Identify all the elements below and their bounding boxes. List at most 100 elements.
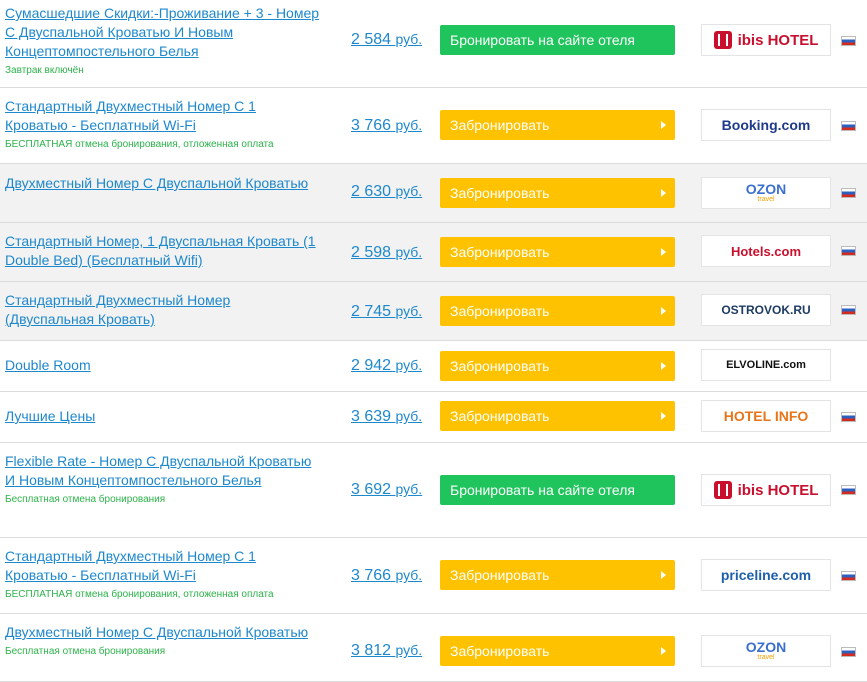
price-currency: руб. — [395, 357, 423, 373]
arrow-right-icon — [661, 248, 666, 256]
price-link[interactable]: 2 942 руб. — [351, 357, 422, 375]
provider-logo[interactable]: priceline.com — [701, 559, 831, 591]
book-button[interactable]: Забронировать — [440, 237, 675, 267]
provider-logo[interactable]: ibis HOTEL — [701, 474, 831, 506]
room-link[interactable]: Flexible Rate - Номер С Двуспальной Кров… — [5, 452, 320, 490]
price-link[interactable]: 3 812 руб. — [351, 642, 422, 660]
provider-logo[interactable]: OZON travel — [701, 635, 831, 667]
book-button[interactable]: Забронировать — [440, 178, 675, 208]
price-currency: руб. — [395, 408, 423, 424]
arrow-right-icon — [661, 412, 666, 420]
price-value: 3 766 — [351, 117, 396, 134]
book-button-label: Забронировать — [450, 408, 550, 424]
price-value: 2 584 — [351, 31, 396, 48]
russia-flag-icon — [841, 571, 856, 581]
price-link[interactable]: 3 766 руб. — [351, 567, 422, 585]
price-value: 2 745 — [351, 303, 396, 320]
offer-info: Стандартный Двухместный Номер С 1 Кроват… — [5, 547, 320, 601]
offer-row: Стандартный Двухместный Номер (Двуспальн… — [0, 282, 867, 341]
room-link[interactable]: Стандартный Номер, 1 Двуспальная Кровать… — [5, 232, 320, 270]
russia-flag-icon — [841, 246, 856, 256]
offer-info: Flexible Rate - Номер С Двуспальной Кров… — [5, 452, 320, 506]
price-link[interactable]: 2 745 руб. — [351, 303, 422, 321]
provider-name: HOTEL INFO — [723, 408, 809, 424]
provider-name: OZON travel — [746, 640, 786, 662]
book-button[interactable]: Забронировать — [440, 351, 675, 381]
offers-list: Сумасшедшие Скидки:-Проживание + 3 - Ном… — [0, 0, 867, 682]
price-currency: руб. — [395, 481, 423, 497]
room-link[interactable]: Стандартный Двухместный Номер С 1 Кроват… — [5, 97, 320, 135]
room-link[interactable]: Стандартный Двухместный Номер С 1 Кроват… — [5, 547, 320, 585]
russia-flag-icon — [841, 121, 856, 131]
price-currency: руб. — [395, 303, 423, 319]
room-link[interactable]: Стандартный Двухместный Номер (Двуспальн… — [5, 291, 320, 329]
price-link[interactable]: 2 584 руб. — [351, 31, 422, 49]
room-link[interactable]: Двухместный Номер С Двуспальной Кроватью — [5, 623, 320, 642]
offer-info: Стандартный Двухместный Номер С 1 Кроват… — [5, 97, 320, 151]
provider-logo[interactable]: ibis HOTEL — [701, 24, 831, 56]
provider-name: ibis HOTEL — [737, 481, 819, 499]
book-button-label: Забронировать — [450, 567, 550, 583]
book-button[interactable]: Бронировать на сайте отеля — [440, 25, 675, 55]
offer-info: Лучшие Цены — [5, 407, 320, 426]
offer-row: Стандартный Двухместный Номер С 1 Кроват… — [0, 88, 867, 164]
russia-flag-icon — [841, 485, 856, 495]
provider-name: ELVOLINE.com — [726, 359, 806, 371]
book-button[interactable]: Забронировать — [440, 560, 675, 590]
book-button-label: Забронировать — [450, 185, 550, 201]
arrow-right-icon — [661, 362, 666, 370]
provider-name-main: OZON — [745, 181, 787, 197]
price-value: 2 630 — [351, 183, 396, 200]
offer-info: Двухместный Номер С Двуспальной Кроватью… — [5, 623, 320, 658]
book-button-label: Забронировать — [450, 244, 550, 260]
provider-logo[interactable]: Booking.com — [701, 109, 831, 141]
offer-note: БЕСПЛАТНАЯ отмена бронирования, отложенн… — [5, 139, 274, 150]
arrow-right-icon — [661, 307, 666, 315]
book-button-label: Забронировать — [450, 358, 550, 374]
arrow-right-icon — [661, 121, 666, 129]
price-value: 3 692 — [351, 481, 396, 498]
offer-info: Стандартный Двухместный Номер (Двуспальн… — [5, 291, 320, 329]
arrow-right-icon — [661, 571, 666, 579]
provider-name-sub: travel — [757, 196, 775, 203]
price-link[interactable]: 2 598 руб. — [351, 244, 422, 262]
room-link[interactable]: Двухместный Номер С Двуспальной Кроватью — [5, 174, 320, 193]
offer-note: Завтрак включён — [5, 65, 84, 76]
offer-info: Стандартный Номер, 1 Двуспальная Кровать… — [5, 232, 320, 270]
price-link[interactable]: 3 639 руб. — [351, 408, 422, 426]
price-currency: руб. — [395, 117, 423, 133]
provider-logo[interactable]: HOTEL INFO — [701, 400, 831, 432]
book-button[interactable]: Забронировать — [440, 401, 675, 431]
book-button[interactable]: Забронировать — [440, 636, 675, 666]
book-button-label: Забронировать — [450, 643, 550, 659]
book-button[interactable]: Забронировать — [440, 296, 675, 326]
offer-row: Сумасшедшие Скидки:-Проживание + 3 - Ном… — [0, 0, 867, 88]
ibis-logo-icon — [713, 31, 732, 49]
price-link[interactable]: 3 766 руб. — [351, 117, 422, 135]
price-value: 3 812 — [351, 642, 396, 659]
book-button-label: Бронировать на сайте отеля — [450, 32, 635, 48]
room-link[interactable]: Double Room — [5, 356, 320, 375]
offer-row: Лучшие Цены 3 639 руб. Забронировать HOTEL … — [0, 392, 867, 443]
ibis-logo-icon — [713, 481, 732, 499]
offer-note: Бесплатная отмена бронирования — [5, 646, 166, 657]
provider-name: ibis HOTEL — [737, 31, 819, 49]
russia-flag-icon — [841, 188, 856, 198]
room-link[interactable]: Лучшие Цены — [5, 407, 320, 426]
price-value: 2 598 — [351, 244, 396, 261]
room-link[interactable]: Сумасшедшие Скидки:-Проживание + 3 - Ном… — [5, 4, 320, 61]
price-value: 3 639 — [351, 408, 396, 425]
provider-logo[interactable]: ELVOLINE.com — [701, 349, 831, 381]
price-link[interactable]: 2 630 руб. — [351, 183, 422, 201]
provider-name: Booking.com — [721, 117, 811, 133]
provider-logo[interactable]: Hotels.com — [701, 235, 831, 267]
provider-name-sub: travel — [757, 654, 775, 661]
book-button[interactable]: Забронировать — [440, 110, 675, 140]
price-link[interactable]: 3 692 руб. — [351, 481, 422, 499]
provider-logo[interactable]: OZON travel — [701, 177, 831, 209]
price-currency: руб. — [395, 244, 423, 260]
provider-logo[interactable]: OSTROVOK.RU — [701, 294, 831, 326]
book-button[interactable]: Бронировать на сайте отеля — [440, 475, 675, 505]
offer-info: Сумасшедшие Скидки:-Проживание + 3 - Ном… — [5, 4, 320, 77]
book-button-label: Забронировать — [450, 117, 550, 133]
